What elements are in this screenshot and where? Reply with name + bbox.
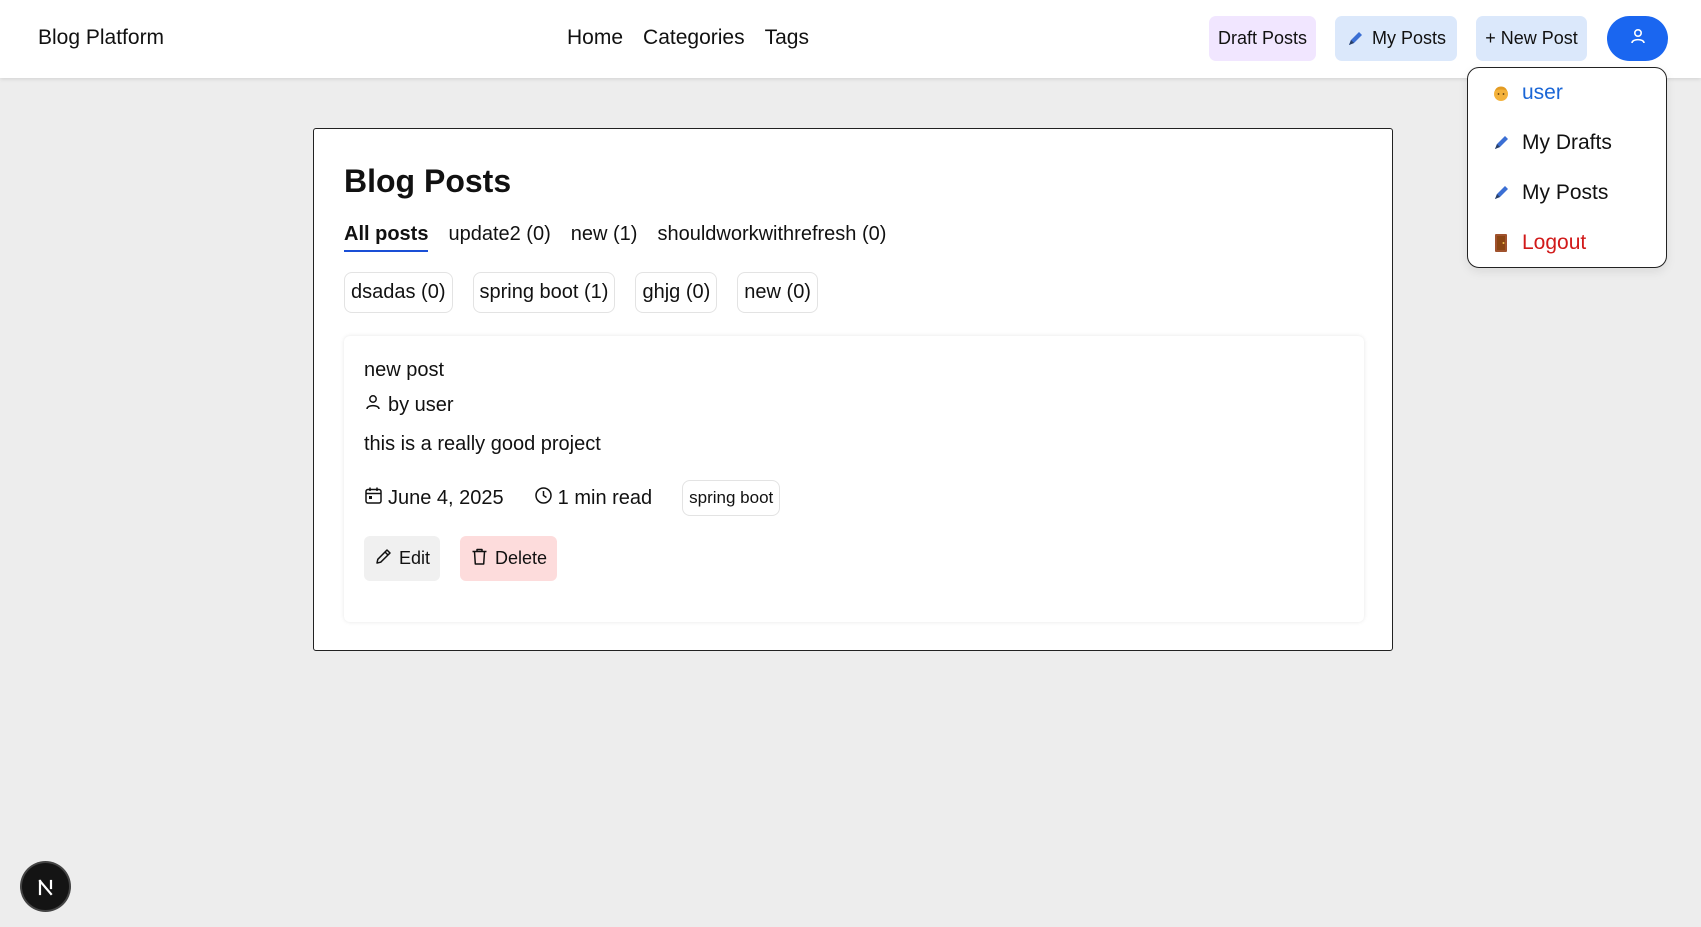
new-post-button[interactable]: + New Post — [1476, 16, 1587, 61]
my-posts-button[interactable]: My Posts — [1335, 16, 1457, 61]
pen-icon — [1490, 182, 1512, 204]
calendar-icon — [364, 486, 383, 511]
dropdown-username-label: user — [1522, 81, 1563, 104]
dropdown-my-posts-label: My Posts — [1522, 181, 1609, 204]
nav-home[interactable]: Home — [567, 26, 623, 50]
post-date: June 4, 2025 — [364, 486, 504, 511]
post-title[interactable]: new post — [364, 359, 444, 382]
pen-icon — [1346, 30, 1364, 48]
brand-title[interactable]: Blog Platform — [38, 26, 164, 50]
post-read-time: 1 min read — [534, 486, 653, 511]
nextjs-icon[interactable] — [22, 863, 69, 910]
tag-filter-spring-boot[interactable]: spring boot (1) — [472, 272, 616, 313]
dropdown-item-my-posts[interactable]: My Posts — [1490, 178, 1608, 208]
category-tabs: All posts update2 (0) new (1) shouldwork… — [344, 223, 886, 252]
delete-button[interactable]: Delete — [460, 536, 558, 581]
tab-all-posts[interactable]: All posts — [344, 223, 429, 252]
post-meta: June 4, 2025 1 min read spring boot — [364, 480, 781, 516]
user-icon — [364, 393, 382, 417]
nav-tags[interactable]: Tags — [765, 26, 809, 50]
dropdown-my-drafts-label: My Drafts — [1522, 131, 1612, 154]
post-card[interactable]: new post by user this is a really good p… — [344, 336, 1364, 622]
tab-new[interactable]: new (1) — [571, 223, 638, 252]
new-post-label: + New Post — [1485, 28, 1578, 48]
trash-icon — [470, 547, 489, 571]
my-posts-label: My Posts — [1371, 28, 1446, 48]
tag-filters: dsadas (0) spring boot (1) ghjg (0) new … — [344, 272, 818, 313]
user-dropdown-menu: user My Drafts My Posts Logout — [1467, 67, 1667, 268]
post-read-time-label: 1 min read — [557, 486, 653, 509]
user-menu-button[interactable] — [1607, 16, 1668, 61]
tab-update2[interactable]: update2 (0) — [448, 223, 550, 252]
person-emoji-icon — [1490, 82, 1512, 104]
pencil-icon — [374, 547, 393, 571]
dropdown-item-username[interactable]: user — [1490, 78, 1563, 108]
main-nav: Home Categories Tags — [567, 26, 809, 50]
dropdown-item-logout[interactable]: Logout — [1490, 228, 1586, 258]
tag-filter-new[interactable]: new (0) — [737, 272, 818, 313]
post-author-label: by user — [388, 393, 454, 416]
door-icon — [1490, 232, 1512, 254]
page-title: Blog Posts — [344, 163, 512, 199]
delete-label: Delete — [495, 548, 548, 568]
post-date-label: June 4, 2025 — [388, 486, 504, 509]
pen-icon — [1490, 132, 1512, 154]
post-author: by user — [364, 393, 454, 417]
dropdown-item-my-drafts[interactable]: My Drafts — [1490, 128, 1612, 158]
post-tag[interactable]: spring boot — [682, 480, 781, 516]
edit-label: Edit — [399, 548, 431, 568]
nav-categories[interactable]: Categories — [643, 26, 745, 50]
tab-shouldworkwithrefresh[interactable]: shouldworkwithrefresh (0) — [657, 223, 886, 252]
clock-icon — [534, 486, 553, 511]
top-navbar: Blog Platform Home Categories Tags Draft… — [0, 0, 1701, 78]
user-icon — [1629, 27, 1647, 50]
tag-filter-ghjg[interactable]: ghjg (0) — [635, 272, 718, 313]
tag-filter-dsadas[interactable]: dsadas (0) — [344, 272, 453, 313]
draft-posts-label: Draft Posts — [1217, 28, 1308, 48]
draft-posts-button[interactable]: Draft Posts — [1209, 16, 1316, 61]
dropdown-logout-label: Logout — [1522, 231, 1587, 254]
blog-posts-card: Blog Posts All posts update2 (0) new (1)… — [313, 128, 1393, 651]
post-excerpt: this is a really good project — [364, 433, 601, 455]
post-actions: Edit Delete — [364, 536, 558, 581]
edit-button[interactable]: Edit — [364, 536, 441, 581]
